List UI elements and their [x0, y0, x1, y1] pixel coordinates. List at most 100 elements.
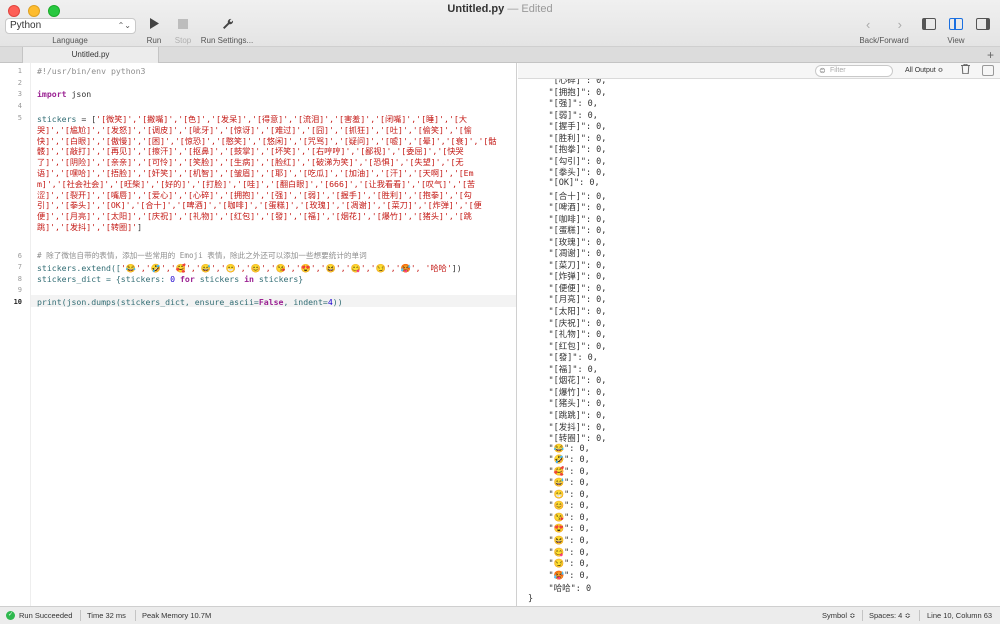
tab-bar: Untitled.py + [0, 47, 1000, 63]
console-output-line: "[合十]": 0, [528, 191, 607, 202]
console-output-line: "[便便]": 0, [528, 283, 607, 294]
chevron-left-icon[interactable]: ‹ [866, 17, 870, 32]
print-call-start: print(json.dumps(stickers_dict, ensure_a… [37, 297, 259, 307]
output-filter-select[interactable]: All Output ≎ [905, 66, 944, 74]
view-label: View [947, 36, 965, 45]
run-settings-label[interactable]: Run Settings... [197, 36, 257, 45]
console-output-line: "哈哈": 0 [528, 584, 592, 595]
console-output-line: "[福]": 0, [528, 364, 598, 375]
console-output-line: "🥵": 0, [528, 570, 590, 581]
console-output-line: "😊": 0, [528, 501, 590, 512]
code-line-comment: # 除了微信自带的表情，添加一些常用的 Emoji 表情，除此之外还可以添加一些… [37, 251, 367, 260]
filter-icon: ⊜ [819, 66, 826, 75]
language-value: Python [10, 20, 42, 31]
spaces-select[interactable]: Spaces: 4 ≎ [869, 607, 911, 624]
line-number-gutter: 1 2 3 4 5 6 7 8 9 10 [0, 63, 31, 606]
line-number: 3 [17, 90, 22, 98]
console-output[interactable]: "[心碎]": 0, "[拥抱]": 0, "[强]": 0, "[弱]": 0… [518, 79, 1000, 606]
wrench-icon[interactable] [220, 18, 234, 32]
console-output-line: "[月亮]": 0, [528, 295, 607, 306]
word-haha: '哈哈' [420, 263, 452, 273]
keyword-import: import [37, 89, 67, 99]
dict-expr-start: stickers_dict = {stickers: [37, 274, 171, 284]
line-number: 4 [17, 102, 22, 110]
success-check-icon: ✓ [6, 611, 15, 620]
console-output-line: "[菜刀]": 0, [528, 260, 607, 271]
console-output-line: "[强]": 0, [528, 99, 598, 110]
console-output-line: "[抱拳]": 0, [528, 145, 607, 156]
extend-close: ]) [451, 263, 462, 273]
language-select[interactable]: Python ⌃⌄ [5, 18, 136, 34]
stickers-items: '[微笑]','[撇嘴]','[色]','[发呆]','[得意]','[流泪]'… [37, 114, 497, 232]
code-line-shebang: #!/usr/bin/env python3 [37, 66, 146, 76]
module-json: json [66, 89, 92, 99]
dict-iter-var: stickers [199, 274, 245, 284]
console-output-line: "😏": 0, [528, 559, 590, 570]
status-divider [862, 610, 863, 621]
status-bar: ✓ Run Succeeded Time 32 ms Peak Memory 1… [0, 606, 1000, 624]
print-indent-arg: , indent= [283, 297, 328, 307]
console-output-line: "[玫瑰]": 0, [528, 237, 607, 248]
back-forward-buttons[interactable]: ‹ › [866, 17, 902, 32]
language-label: Language [52, 36, 88, 45]
document-name: Untitled.py [447, 3, 505, 15]
code-editor[interactable]: 1 2 3 4 5 6 7 8 9 10 #!/usr/bin/env pyth… [0, 63, 517, 606]
tab-untitled[interactable]: Untitled.py [22, 47, 159, 63]
edited-status: Edited [521, 3, 553, 15]
run-time: Time 32 ms [87, 611, 126, 620]
print-call-end: )) [332, 297, 343, 307]
chevron-right-icon[interactable]: › [898, 17, 902, 32]
console-output-line: "😘": 0, [528, 512, 590, 523]
line-number: 2 [17, 79, 22, 87]
line-number: 1 [17, 67, 22, 75]
console-output-line: "[庆祝]": 0, [528, 318, 607, 329]
title-separator: — [507, 3, 519, 15]
trash-icon[interactable] [961, 63, 970, 77]
toggle-split-icon[interactable] [949, 18, 963, 30]
run-status: Run Succeeded [19, 611, 73, 620]
new-tab-plus-icon[interactable]: + [987, 47, 994, 63]
status-divider [135, 610, 136, 621]
code-line-extend: stickers.extend(['😂','🤣','🥰','😅','😁','😊'… [37, 262, 507, 274]
symbol-select[interactable]: Symbol ≎ [822, 607, 855, 624]
console-output-line: "[猪头]": 0, [528, 399, 607, 410]
keyword-for: for [175, 274, 200, 284]
console-output-line: "😋": 0, [528, 547, 590, 558]
code-line-import: import json [37, 89, 507, 99]
console-output-line: "[太阳]": 0, [528, 307, 607, 317]
keyword-false: False [258, 297, 284, 307]
line-number: 9 [17, 286, 22, 294]
console-output-line: "[凋谢]": 0, [528, 249, 607, 260]
console-output-line: "[OK]": 0, [528, 177, 600, 188]
toggle-inspector-icon[interactable] [976, 18, 990, 30]
console-output-line: "😁": 0, [528, 489, 590, 500]
toggle-navigator-icon[interactable] [922, 18, 936, 30]
stop-icon [176, 18, 190, 32]
assign-operator: = [ [76, 114, 97, 124]
console-output-line: "😆": 0, [528, 536, 590, 546]
console-output-line: "[礼物]": 0, [528, 330, 607, 341]
console-output-line: } [528, 593, 534, 604]
console-filter-input[interactable]: ⊜ Filter [815, 65, 893, 77]
run-button-label[interactable]: Run [140, 36, 168, 45]
line-number: 6 [17, 252, 22, 260]
emoji-list: '😂','🤣','🥰','😅','😁','😊','😘','😍','😆','😋',… [120, 263, 421, 273]
console-output-line: "🥰": 0, [528, 466, 590, 477]
cursor-position: Line 10, Column 63 [927, 611, 993, 620]
chevron-updown-icon: ⌃⌄ [117, 21, 131, 30]
console-toolbar: ⊜ Filter All Output ≎ [518, 63, 1000, 79]
code-line-dict: stickers_dict = {stickers: 0 for sticker… [37, 274, 507, 284]
console-output-line: "[爆竹]": 0, [528, 387, 607, 398]
stickers-variable: stickers [37, 114, 77, 124]
status-divider [80, 610, 81, 621]
console-layout-icon[interactable] [982, 65, 994, 76]
back-forward-label: Back/Forward [859, 36, 909, 45]
console-output-line: "[拳头]": 0, [528, 168, 607, 179]
console-output-line: "[烟花]": 0, [528, 376, 607, 387]
code-line-print: print(json.dumps(stickers_dict, ensure_a… [37, 297, 507, 307]
console-output-line: "[弱]": 0, [528, 110, 598, 121]
play-icon[interactable] [147, 18, 161, 32]
console-output-line: "[炸弹]": 0, [528, 272, 607, 283]
console-output-line: "[發]": 0, [528, 353, 598, 364]
console-output-line: "😅": 0, [528, 478, 590, 489]
